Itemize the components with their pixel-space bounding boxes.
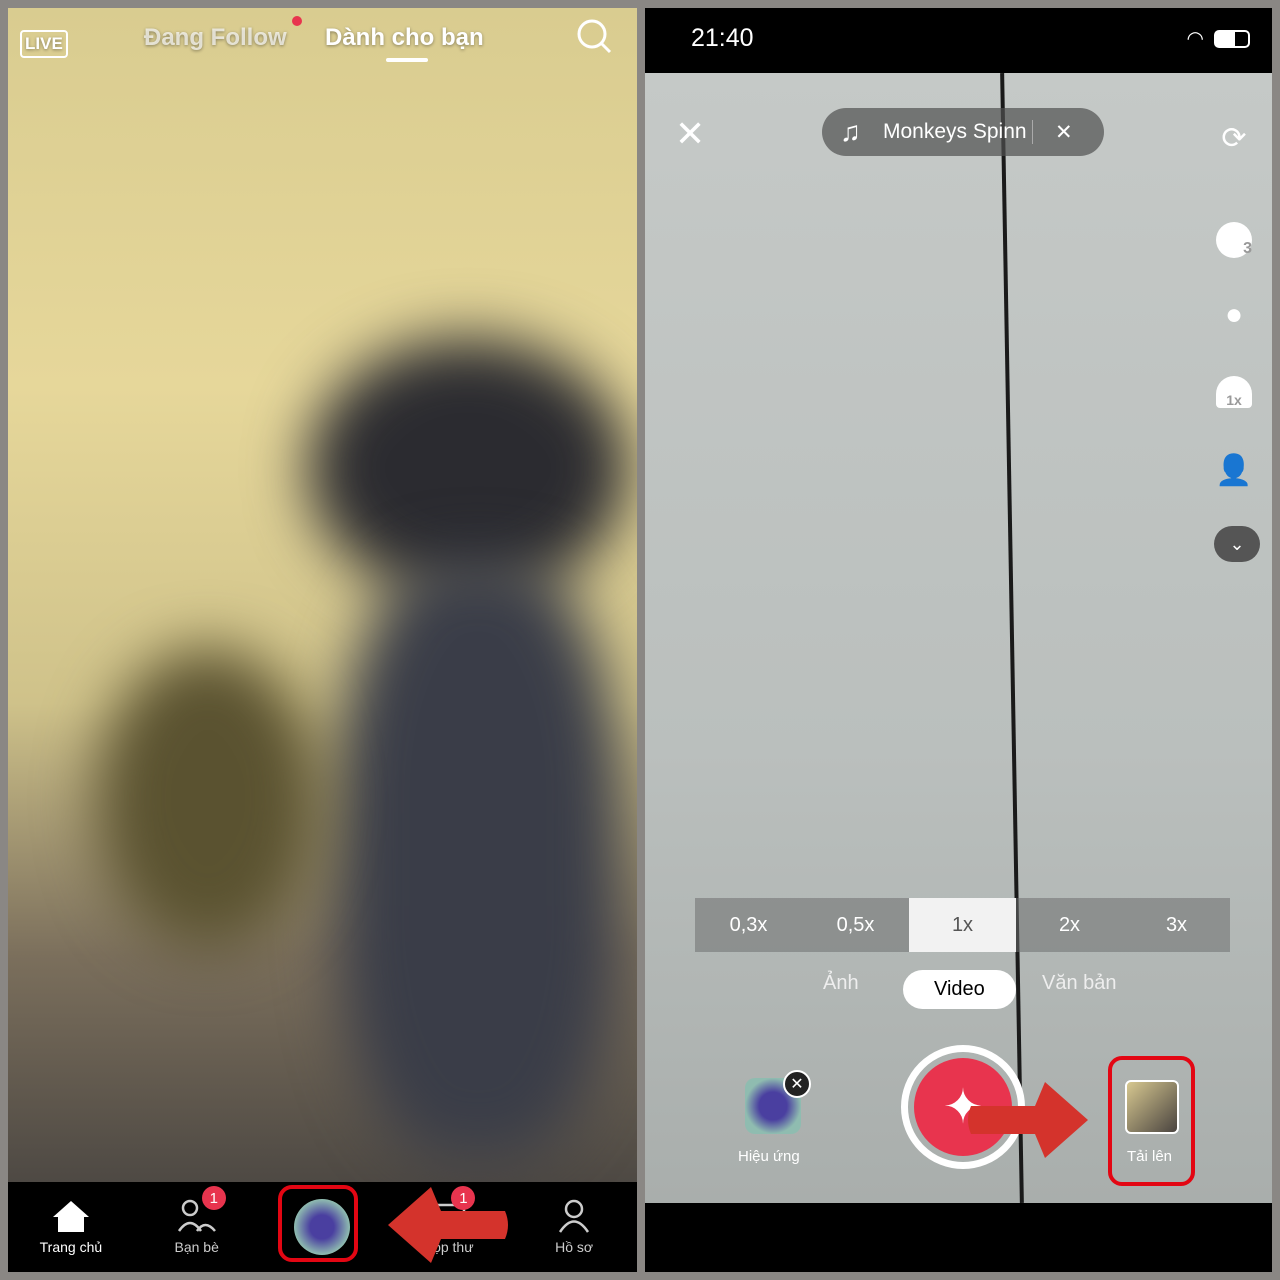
mode-photo[interactable]: Ảnh [823,972,859,995]
zoom-option[interactable]: 0,3x [695,898,802,952]
zoom-option[interactable]: 1x [909,898,1016,952]
status-time: 21:40 [691,24,754,52]
close-icon[interactable]: ✕ [675,113,705,155]
tab-underline [386,58,428,62]
effects-label: Hiệu ứng [738,1148,800,1165]
zoom-option[interactable]: 0,5x [802,898,909,952]
nav-label: Bạn bè [174,1239,219,1255]
mode-video[interactable]: Video [903,970,1016,1009]
zoom-option[interactable]: 2x [1016,898,1123,952]
home-icon [52,1201,89,1232]
nav-profile[interactable]: Hồ sơ [511,1182,637,1272]
zoom-option[interactable]: 3x [1123,898,1230,952]
filters-icon[interactable]: ● [1212,293,1256,337]
battery-icon [1214,30,1250,48]
blurred-figure-body [338,558,618,1158]
tab-following[interactable]: Đang Follow [144,24,287,52]
nav-home[interactable]: Trang chủ [8,1182,134,1272]
nav-label: Trang chủ [39,1239,103,1255]
blurred-object [98,648,318,948]
notification-dot [292,16,302,26]
nav-label: Hồ sơ [555,1239,594,1255]
tiktok-camera-screen: 21:40 ◠ ✕ ♫ Monkeys Spinn ✕ ⟳ 3 ● 1x 👤 ⌄… [645,8,1272,1272]
tiktok-feed-screen: LIVE Đang Follow Dành cho bạn Trang chủ … [8,8,637,1272]
arrow-left-icon [388,1187,508,1263]
highlight-box [278,1185,358,1262]
mode-text[interactable]: Văn bản [1042,972,1117,995]
highlight-box [1108,1056,1195,1186]
nav-friends[interactable]: Bạn bè 1 [134,1182,260,1272]
timer-icon[interactable]: 3 [1212,218,1256,262]
flip-camera-icon[interactable]: ⟳ [1212,116,1256,160]
wifi-icon: ◠ [1186,28,1204,50]
camera-viewfinder [645,73,1272,1203]
music-note-icon: ♫ [840,116,861,147]
zoom-selector: 0,3x 0,5x 1x 2x 3x [695,898,1230,952]
profile-icon [559,1199,590,1233]
badge: 1 [201,1186,226,1210]
beauty-icon[interactable]: 👤 [1212,448,1256,492]
remove-sound-icon[interactable]: ✕ [1055,120,1073,145]
search-icon[interactable] [574,16,614,56]
sound-name: Monkeys Spinn [883,120,1033,144]
tab-for-you[interactable]: Dành cho bạn [325,24,484,52]
sound-selector[interactable]: ♫ Monkeys Spinn ✕ [822,108,1104,156]
live-button[interactable]: LIVE [20,30,68,58]
remove-effect-icon[interactable]: ✕ [783,1070,811,1098]
speed-icon[interactable]: 1x [1212,370,1256,414]
wire [1000,73,1024,1203]
arrow-right-icon [968,1082,1088,1158]
chevron-down-icon[interactable]: ⌄ [1214,526,1260,562]
